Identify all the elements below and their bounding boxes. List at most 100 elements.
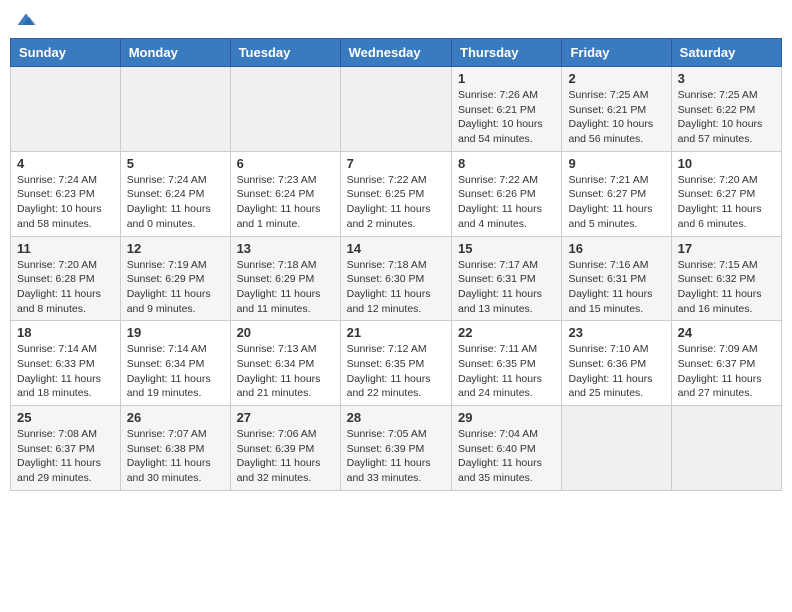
day-header-friday: Friday	[562, 39, 671, 67]
calendar-cell: 12 Sunrise: 7:19 AM Sunset: 6:29 PM Dayli…	[120, 236, 230, 321]
day-info: Sunrise: 7:21 AM Sunset: 6:27 PM Dayligh…	[568, 173, 664, 232]
calendar-week-row: 25 Sunrise: 7:08 AM Sunset: 6:37 PM Dayli…	[11, 406, 782, 491]
day-info: Sunrise: 7:25 AM Sunset: 6:21 PM Dayligh…	[568, 88, 664, 147]
page-header	[10, 10, 782, 30]
day-info: Sunrise: 7:18 AM Sunset: 6:30 PM Dayligh…	[347, 258, 445, 317]
day-number: 29	[458, 410, 555, 425]
calendar-week-row: 18 Sunrise: 7:14 AM Sunset: 6:33 PM Dayli…	[11, 321, 782, 406]
calendar-week-row: 11 Sunrise: 7:20 AM Sunset: 6:28 PM Dayli…	[11, 236, 782, 321]
day-info: Sunrise: 7:15 AM Sunset: 6:32 PM Dayligh…	[678, 258, 775, 317]
calendar-cell: 26 Sunrise: 7:07 AM Sunset: 6:38 PM Dayli…	[120, 406, 230, 491]
day-info: Sunrise: 7:20 AM Sunset: 6:28 PM Dayligh…	[17, 258, 114, 317]
calendar-cell: 4 Sunrise: 7:24 AM Sunset: 6:23 PM Daylig…	[11, 151, 121, 236]
day-number: 5	[127, 156, 224, 171]
calendar-cell: 17Sunrise: 7:15 AM Sunset: 6:32 PM Dayli…	[671, 236, 781, 321]
day-number: 1	[458, 71, 555, 86]
calendar-cell: 15Sunrise: 7:17 AM Sunset: 6:31 PM Dayli…	[452, 236, 562, 321]
day-info: Sunrise: 7:22 AM Sunset: 6:26 PM Dayligh…	[458, 173, 555, 232]
day-number: 3	[678, 71, 775, 86]
calendar-cell	[671, 406, 781, 491]
day-number: 15	[458, 241, 555, 256]
day-number: 7	[347, 156, 445, 171]
day-number: 25	[17, 410, 114, 425]
day-header-monday: Monday	[120, 39, 230, 67]
calendar-cell: 10 Sunrise: 7:20 AM Sunset: 6:27 PM Dayli…	[671, 151, 781, 236]
day-info: Sunrise: 7:19 AM Sunset: 6:29 PM Dayligh…	[127, 258, 224, 317]
day-number: 6	[237, 156, 334, 171]
calendar-cell	[230, 67, 340, 152]
day-info: Sunrise: 7:16 AM Sunset: 6:31 PM Dayligh…	[568, 258, 664, 317]
calendar-cell: 7 Sunrise: 7:22 AM Sunset: 6:25 PM Daylig…	[340, 151, 451, 236]
day-info: Sunrise: 7:10 AM Sunset: 6:36 PM Dayligh…	[568, 342, 664, 401]
calendar-cell: 13Sunrise: 7:18 AM Sunset: 6:29 PM Dayli…	[230, 236, 340, 321]
calendar-cell: 22 Sunrise: 7:11 AM Sunset: 6:35 PM Dayli…	[452, 321, 562, 406]
calendar-cell: 16 Sunrise: 7:16 AM Sunset: 6:31 PM Dayli…	[562, 236, 671, 321]
day-number: 22	[458, 325, 555, 340]
calendar-cell: 27 Sunrise: 7:06 AM Sunset: 6:39 PM Dayli…	[230, 406, 340, 491]
day-number: 27	[237, 410, 334, 425]
day-number: 10	[678, 156, 775, 171]
day-number: 13	[237, 241, 334, 256]
calendar-cell: 9 Sunrise: 7:21 AM Sunset: 6:27 PM Daylig…	[562, 151, 671, 236]
day-number: 26	[127, 410, 224, 425]
day-number: 9	[568, 156, 664, 171]
day-info: Sunrise: 7:13 AM Sunset: 6:34 PM Dayligh…	[237, 342, 334, 401]
day-info: Sunrise: 7:23 AM Sunset: 6:24 PM Dayligh…	[237, 173, 334, 232]
day-info: Sunrise: 7:20 AM Sunset: 6:27 PM Dayligh…	[678, 173, 775, 232]
calendar-week-row: 1 Sunrise: 7:26 AM Sunset: 6:21 PM Daylig…	[11, 67, 782, 152]
calendar-cell: 24 Sunrise: 7:09 AM Sunset: 6:37 PM Dayli…	[671, 321, 781, 406]
calendar-cell: 6 Sunrise: 7:23 AM Sunset: 6:24 PM Daylig…	[230, 151, 340, 236]
day-info: Sunrise: 7:05 AM Sunset: 6:39 PM Dayligh…	[347, 427, 445, 486]
day-header-wednesday: Wednesday	[340, 39, 451, 67]
day-info: Sunrise: 7:12 AM Sunset: 6:35 PM Dayligh…	[347, 342, 445, 401]
calendar-cell	[120, 67, 230, 152]
day-number: 20	[237, 325, 334, 340]
logo	[14, 10, 36, 30]
calendar-cell: 8 Sunrise: 7:22 AM Sunset: 6:26 PM Daylig…	[452, 151, 562, 236]
calendar-week-row: 4 Sunrise: 7:24 AM Sunset: 6:23 PM Daylig…	[11, 151, 782, 236]
calendar-cell: 5 Sunrise: 7:24 AM Sunset: 6:24 PM Daylig…	[120, 151, 230, 236]
calendar-cell: 23 Sunrise: 7:10 AM Sunset: 6:36 PM Dayli…	[562, 321, 671, 406]
day-info: Sunrise: 7:14 AM Sunset: 6:33 PM Dayligh…	[17, 342, 114, 401]
day-header-saturday: Saturday	[671, 39, 781, 67]
day-number: 4	[17, 156, 114, 171]
day-info: Sunrise: 7:08 AM Sunset: 6:37 PM Dayligh…	[17, 427, 114, 486]
calendar-cell: 18 Sunrise: 7:14 AM Sunset: 6:33 PM Dayli…	[11, 321, 121, 406]
day-info: Sunrise: 7:11 AM Sunset: 6:35 PM Dayligh…	[458, 342, 555, 401]
day-number: 19	[127, 325, 224, 340]
day-header-sunday: Sunday	[11, 39, 121, 67]
day-info: Sunrise: 7:14 AM Sunset: 6:34 PM Dayligh…	[127, 342, 224, 401]
calendar-cell	[11, 67, 121, 152]
day-info: Sunrise: 7:09 AM Sunset: 6:37 PM Dayligh…	[678, 342, 775, 401]
day-number: 24	[678, 325, 775, 340]
calendar-cell: 29 Sunrise: 7:04 AM Sunset: 6:40 PM Dayli…	[452, 406, 562, 491]
day-number: 12	[127, 241, 224, 256]
day-number: 18	[17, 325, 114, 340]
calendar-cell: 1 Sunrise: 7:26 AM Sunset: 6:21 PM Daylig…	[452, 67, 562, 152]
calendar-cell: 2 Sunrise: 7:25 AM Sunset: 6:21 PM Daylig…	[562, 67, 671, 152]
calendar-cell: 20 Sunrise: 7:13 AM Sunset: 6:34 PM Dayli…	[230, 321, 340, 406]
day-number: 21	[347, 325, 445, 340]
calendar-cell	[562, 406, 671, 491]
calendar-cell: 28 Sunrise: 7:05 AM Sunset: 6:39 PM Dayli…	[340, 406, 451, 491]
day-number: 23	[568, 325, 664, 340]
calendar-cell	[340, 67, 451, 152]
day-number: 8	[458, 156, 555, 171]
day-number: 14	[347, 241, 445, 256]
day-number: 28	[347, 410, 445, 425]
logo-icon	[16, 10, 36, 30]
day-info: Sunrise: 7:04 AM Sunset: 6:40 PM Dayligh…	[458, 427, 555, 486]
calendar-cell: 21 Sunrise: 7:12 AM Sunset: 6:35 PM Dayli…	[340, 321, 451, 406]
day-header-thursday: Thursday	[452, 39, 562, 67]
calendar-cell: 11 Sunrise: 7:20 AM Sunset: 6:28 PM Dayli…	[11, 236, 121, 321]
calendar-cell: 19 Sunrise: 7:14 AM Sunset: 6:34 PM Dayli…	[120, 321, 230, 406]
day-info: Sunrise: 7:07 AM Sunset: 6:38 PM Dayligh…	[127, 427, 224, 486]
day-info: Sunrise: 7:22 AM Sunset: 6:25 PM Dayligh…	[347, 173, 445, 232]
day-number: 16	[568, 241, 664, 256]
day-number: 11	[17, 241, 114, 256]
day-info: Sunrise: 7:06 AM Sunset: 6:39 PM Dayligh…	[237, 427, 334, 486]
day-info: Sunrise: 7:26 AM Sunset: 6:21 PM Dayligh…	[458, 88, 555, 147]
day-number: 2	[568, 71, 664, 86]
day-info: Sunrise: 7:24 AM Sunset: 6:23 PM Dayligh…	[17, 173, 114, 232]
day-info: Sunrise: 7:24 AM Sunset: 6:24 PM Dayligh…	[127, 173, 224, 232]
